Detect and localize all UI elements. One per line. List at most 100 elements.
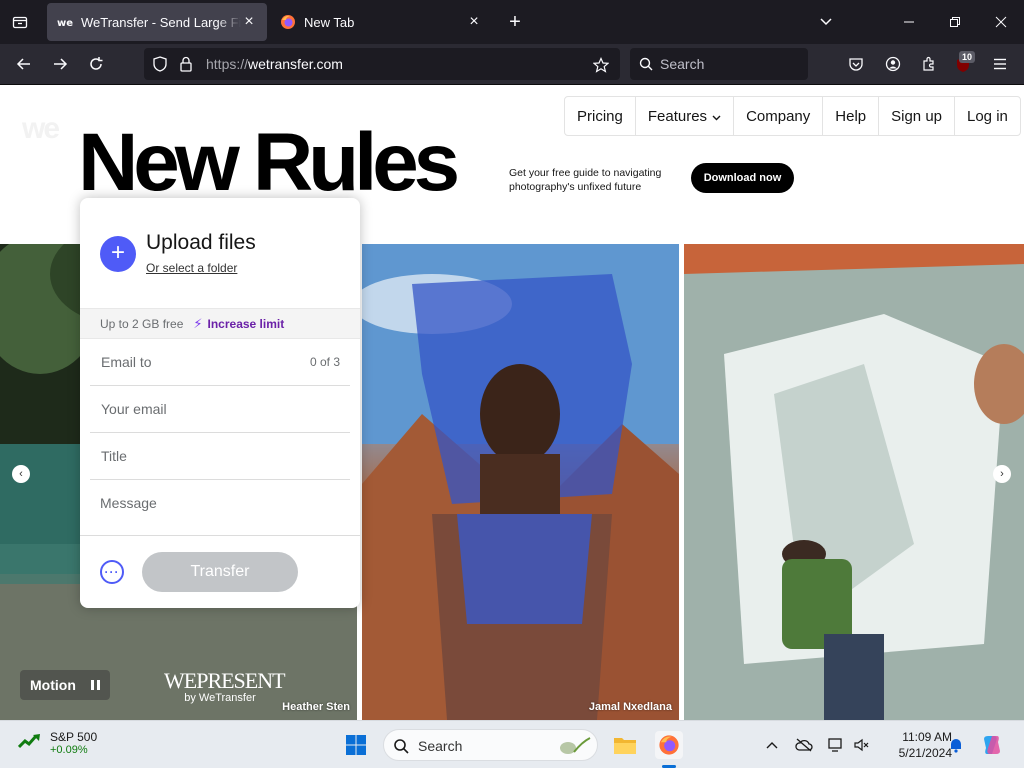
upload-title[interactable]: Upload files (146, 231, 256, 255)
motion-toggle[interactable]: Motion (20, 670, 110, 700)
ad-promo-text: Get your free guide to navigating photog… (509, 167, 662, 193)
photo-credit: Jamal Nxedlana (588, 701, 672, 713)
add-files-icon[interactable]: + (100, 236, 136, 272)
extensions-icon[interactable] (919, 54, 939, 74)
minimize-icon[interactable] (899, 12, 919, 32)
your-email-placeholder: Your email (101, 401, 167, 417)
tab-new-tab[interactable]: New Tab × (270, 3, 492, 41)
url-text[interactable]: https://wetransfer.com (206, 56, 343, 72)
clock-time: 11:09 AM (902, 730, 952, 744)
close-tab-icon[interactable]: × (466, 14, 482, 30)
search-placeholder: Search (660, 56, 705, 72)
back-icon[interactable] (14, 54, 34, 74)
url-scheme: https:// (206, 56, 249, 72)
restore-icon[interactable] (945, 12, 965, 32)
upload-panel: + Upload files Or select a folder Up to … (80, 198, 360, 608)
carousel-prev-icon[interactable]: ‹ (12, 465, 30, 483)
email-count: 0 of 3 (309, 355, 340, 369)
your-email-field[interactable]: Your email (90, 386, 350, 433)
copilot-icon[interactable] (980, 733, 1004, 757)
transfer-button[interactable]: Transfer (142, 552, 298, 592)
more-options-icon[interactable]: ··· (100, 560, 124, 584)
tab-title: WeTransfer - Send Large Files & Share Ph… (81, 14, 241, 30)
top-navigation: Pricing Features Company Help Sign up Lo… (564, 96, 1021, 136)
notification-bell-icon[interactable] (946, 735, 966, 755)
nav-log-in[interactable]: Log in (954, 97, 1020, 135)
close-window-icon[interactable] (991, 12, 1011, 32)
background-photo-glass (684, 244, 1024, 720)
nav-pricing[interactable]: Pricing (565, 97, 635, 135)
message-placeholder: Message (100, 495, 157, 511)
photo-credit: Heather Sten (282, 701, 350, 713)
nav-company[interactable]: Company (733, 97, 822, 135)
title-field[interactable]: Title (90, 433, 350, 480)
nav-features-label: Features (647, 107, 708, 125)
menu-icon[interactable] (990, 54, 1010, 74)
nav-help[interactable]: Help (822, 97, 878, 135)
motion-label: Motion (30, 677, 76, 693)
url-host: wetransfer.com (248, 56, 343, 72)
onedrive-offline-icon[interactable] (794, 735, 814, 755)
reload-icon[interactable] (86, 54, 106, 74)
title-placeholder: Title (101, 448, 127, 464)
file-explorer-icon[interactable] (612, 732, 638, 758)
search-highlight-icon (554, 735, 594, 757)
extension-badge: 10 (959, 51, 976, 63)
system-clock[interactable]: 11:09 AM 5/21/2024 (880, 729, 952, 761)
tab-list-icon[interactable] (10, 12, 30, 32)
clock-date: 5/21/2024 (898, 746, 952, 760)
stock-change: +0.09% (50, 744, 88, 756)
nav-features[interactable]: Features (634, 97, 733, 135)
select-folder-link[interactable]: Or select a folder (146, 261, 237, 275)
svg-text:we: we (57, 18, 73, 28)
limit-text: Up to 2 GB free (100, 316, 184, 331)
tab-title: New Tab (304, 14, 355, 30)
shield-icon[interactable] (152, 56, 168, 72)
background-photo-portrait: Jamal Nxedlana (362, 244, 679, 720)
wetransfer-logo[interactable]: we (22, 112, 60, 146)
email-to-field[interactable]: Email to 0 of 3 (90, 339, 350, 386)
taskbar-search[interactable]: Search (383, 729, 598, 761)
firefox-taskbar-icon[interactable] (655, 731, 683, 759)
chevron-down-icon[interactable] (816, 12, 836, 32)
stock-widget[interactable]: S&P 500 +0.09% (17, 730, 98, 756)
tab-strip: we WeTransfer - Send Large Files & Share… (0, 0, 1024, 44)
ad-headline[interactable]: New Rules (78, 122, 460, 204)
forward-icon[interactable] (50, 54, 70, 74)
pocket-icon[interactable] (846, 54, 866, 74)
nav-sign-up[interactable]: Sign up (878, 97, 954, 135)
close-tab-icon[interactable]: × (241, 14, 257, 30)
pause-icon (91, 680, 100, 690)
windows-start-icon[interactable] (344, 733, 368, 757)
stock-name: S&P 500 (50, 730, 98, 744)
volume-muted-icon[interactable] (852, 735, 872, 755)
wetransfer-favicon: we (57, 14, 73, 30)
limit-bar: Up to 2 GB free ⚡ Increase limit (80, 308, 360, 339)
search-icon (392, 737, 410, 755)
taskbar-search-placeholder: Search (418, 738, 463, 754)
show-hidden-icons-icon[interactable] (762, 735, 782, 755)
search-icon (638, 56, 654, 72)
wepresent-wordmark: WEPRESENT (164, 668, 286, 693)
search-bar[interactable]: Search (630, 48, 808, 80)
increase-limit-link[interactable]: Increase limit (208, 317, 285, 331)
tab-wetransfer[interactable]: we WeTransfer - Send Large Files & Share… (47, 3, 267, 41)
chevron-down-icon (712, 108, 721, 125)
wepresent-logo[interactable]: WEPRESENT by WeTransfer (164, 668, 286, 704)
carousel-next-icon[interactable]: › (993, 465, 1011, 483)
firefox-icon (280, 14, 296, 30)
address-bar[interactable]: https://wetransfer.com (144, 48, 620, 80)
stock-chart-icon (17, 733, 42, 754)
page-content: we Pricing Features Company Help Sign up… (0, 85, 1024, 720)
nav-toolbar: https://wetransfer.com Search 10 (0, 44, 1024, 85)
email-to-placeholder: Email to (101, 354, 152, 370)
windows-taskbar: S&P 500 +0.09% Search 11:09 AM 5/21/2024 (0, 720, 1024, 768)
new-tab-icon[interactable]: + (505, 11, 525, 33)
account-icon[interactable] (883, 54, 903, 74)
network-icon[interactable] (826, 735, 846, 755)
message-field[interactable]: Message (80, 480, 360, 536)
lock-icon[interactable] (178, 56, 194, 72)
download-now-button[interactable]: Download now (691, 163, 794, 193)
star-icon[interactable] (592, 56, 610, 74)
lightning-icon: ⚡ (193, 315, 203, 331)
